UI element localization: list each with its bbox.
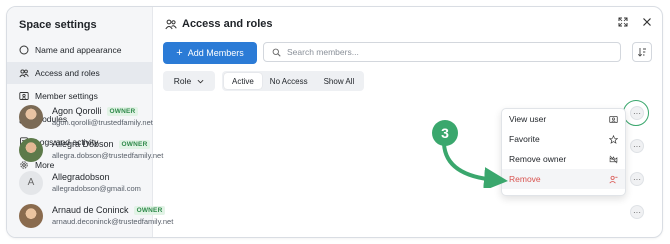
- close-icon[interactable]: [642, 17, 652, 27]
- more-options-button[interactable]: ···: [630, 139, 644, 153]
- menu-item-view-user[interactable]: View user: [502, 109, 625, 129]
- sidebar-title: Space settings: [19, 19, 97, 31]
- more-options-button[interactable]: ···: [630, 205, 644, 219]
- status-segmented-control: Active No Access Show All: [222, 71, 365, 91]
- people-icon: [19, 68, 29, 78]
- search-box[interactable]: [263, 42, 621, 62]
- add-members-label: Add Members: [187, 48, 244, 58]
- expand-icon[interactable]: [618, 17, 628, 27]
- avatar: A: [19, 170, 43, 195]
- crown-off-icon: [609, 155, 618, 163]
- avatar: [19, 137, 43, 162]
- member-name: Agon Qorolli: [52, 106, 102, 116]
- search-icon: [272, 48, 281, 57]
- member-email: arnaud.deconinck@trustedfamily.net: [52, 217, 174, 226]
- member-name: Arnaud de Coninck: [52, 205, 129, 215]
- tab-active[interactable]: Active: [224, 73, 262, 89]
- chevron-down-icon: [197, 79, 204, 83]
- role-dropdown-label: Role: [173, 76, 192, 86]
- user-remove-icon: [609, 175, 618, 183]
- menu-item-remove[interactable]: Remove: [502, 169, 625, 189]
- menu-item-label: Remove owner: [509, 154, 567, 164]
- tab-no-access[interactable]: No Access: [262, 73, 316, 89]
- menu-item-remove-owner[interactable]: Remove owner: [502, 149, 625, 169]
- member-list: Agon Qorolli OWNER agon.qorolli@trustedfa…: [19, 100, 499, 232]
- member-context-menu: View user Favorite Remove owner Remove: [501, 108, 626, 196]
- sort-icon: [637, 48, 646, 57]
- sort-button[interactable]: [632, 42, 652, 62]
- circle-icon: [19, 45, 29, 55]
- plus-icon: +: [176, 46, 183, 59]
- member-name: Allegra Dobson: [52, 139, 114, 149]
- filters-bar: Role Active No Access Show All: [163, 71, 365, 91]
- annotation-arrow-icon: [442, 143, 508, 188]
- avatar: [19, 104, 43, 129]
- more-options-button[interactable]: ···: [630, 172, 644, 186]
- member-name: Allegradobson: [52, 172, 110, 182]
- owner-badge: OWNER: [118, 139, 151, 149]
- owner-badge: OWNER: [133, 205, 166, 215]
- list-item[interactable]: Arnaud de Coninck OWNER arnaud.deconinck@…: [19, 199, 499, 232]
- role-dropdown[interactable]: Role: [163, 71, 215, 91]
- tab-show-all[interactable]: Show All: [316, 73, 363, 89]
- member-email: allegradobson@gmail.com: [52, 184, 141, 193]
- profile-card-icon: [609, 115, 618, 123]
- page-title: Access and roles: [165, 18, 273, 30]
- menu-item-favorite[interactable]: Favorite: [502, 129, 625, 149]
- people-icon: [165, 18, 177, 30]
- member-email: agon.qorolli@trustedfamily.net: [52, 118, 153, 127]
- list-item[interactable]: Allegra Dobson OWNER allegra.dobson@trust…: [19, 133, 499, 166]
- menu-item-label: Favorite: [509, 134, 540, 144]
- sidebar-item-label: Access and roles: [35, 68, 100, 78]
- sidebar-item-name-and-appearance[interactable]: Name and appearance: [7, 39, 152, 61]
- star-icon: [609, 134, 618, 144]
- list-item[interactable]: A Allegradobson allegradobson@gmail.com: [19, 166, 499, 199]
- search-input[interactable]: [287, 47, 587, 57]
- window-controls: [618, 17, 652, 27]
- avatar: [19, 203, 43, 228]
- sidebar-item-access-and-roles[interactable]: Access and roles: [7, 62, 152, 84]
- more-options-button[interactable]: ···: [630, 106, 644, 120]
- owner-badge: OWNER: [106, 106, 139, 116]
- sidebar-item-label: Name and appearance: [35, 45, 122, 55]
- toolbar: + Add Members: [163, 42, 652, 64]
- add-members-button[interactable]: + Add Members: [163, 42, 257, 64]
- page-title-text: Access and roles: [182, 18, 273, 30]
- menu-item-label: Remove: [509, 174, 541, 184]
- menu-item-label: View user: [509, 114, 547, 124]
- member-email: allegra.dobson@trustedfamily.net: [52, 151, 164, 160]
- list-item[interactable]: Agon Qorolli OWNER agon.qorolli@trustedfa…: [19, 100, 499, 133]
